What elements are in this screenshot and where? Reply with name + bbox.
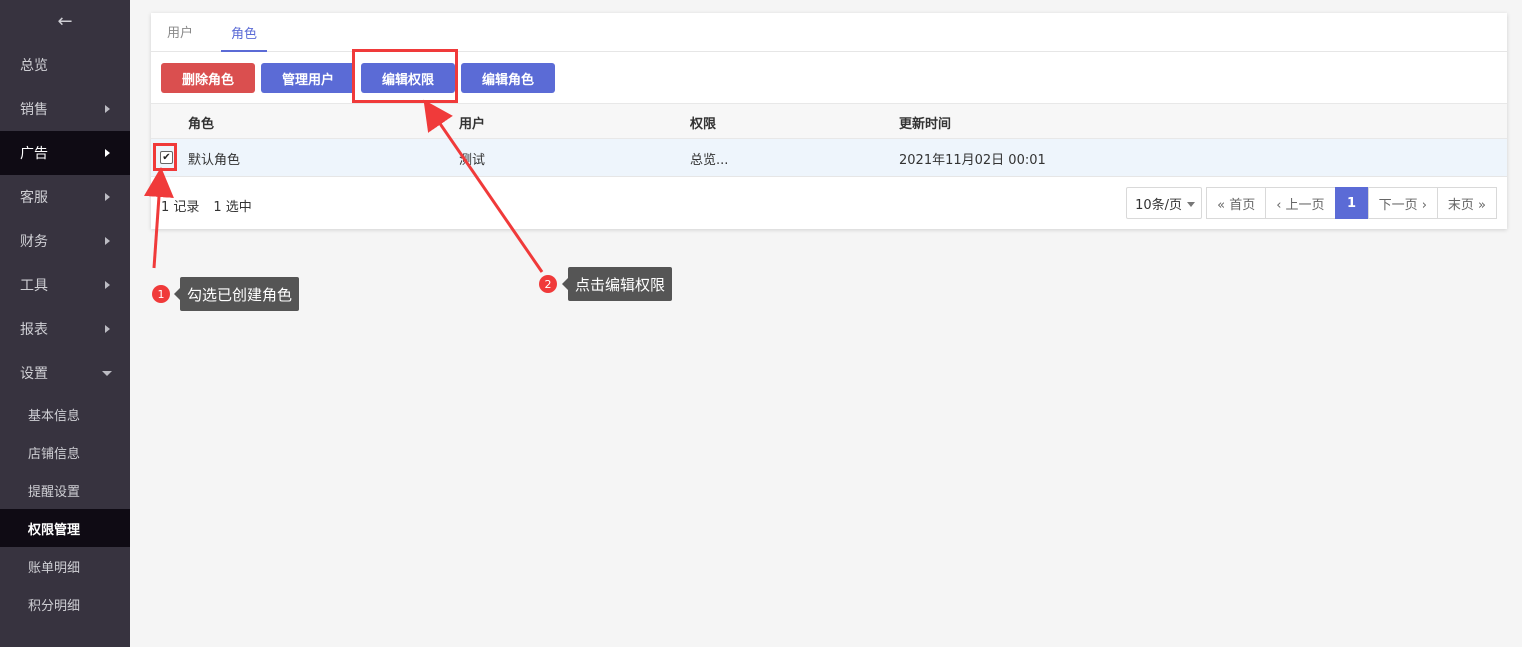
first-page-button[interactable]: « 首页	[1206, 187, 1267, 219]
sidebar-item-overview[interactable]: 总览	[0, 43, 130, 87]
sidebar-item-label: 工具	[20, 278, 48, 294]
sidebar-item-label: 销售	[20, 102, 48, 118]
tab-users[interactable]: 用户	[157, 12, 203, 51]
chevron-right-icon	[105, 149, 110, 157]
column-header-updated[interactable]: 更新时间	[899, 104, 951, 140]
selected-count: 1 选中	[213, 200, 252, 215]
cell-user: 测试	[459, 152, 486, 168]
table-row[interactable]: ✔ 默认角色 测试 总览... 2021年11月02日 00:01	[151, 139, 1507, 177]
chevron-right-icon	[105, 193, 110, 201]
sidebar-subitem-label: 店铺信息	[28, 446, 81, 462]
cell-updated: 2021年11月02日 00:01	[899, 152, 1046, 168]
chevron-right-icon	[105, 281, 110, 289]
sidebar-item-label: 客服	[20, 190, 48, 206]
tab-bar: 用户 角色	[151, 13, 1507, 52]
sidebar-item-ads[interactable]: 广告	[0, 131, 130, 175]
sidebar-subitem-permission-management[interactable]: 权限管理	[0, 509, 130, 547]
sidebar-item-label: 广告	[20, 146, 48, 162]
chevron-right-icon	[105, 237, 110, 245]
sidebar-subitem-label: 权限管理	[28, 522, 81, 538]
highlight-edit-permissions	[352, 49, 458, 103]
column-header-role[interactable]: 角色	[188, 104, 214, 140]
column-header-user[interactable]: 用户	[459, 104, 485, 140]
sidebar-item-label: 财务	[20, 234, 48, 250]
delete-role-button[interactable]: 删除角色	[161, 63, 255, 93]
sidebar-item-tools[interactable]: 工具	[0, 263, 130, 307]
sidebar-item-label: 设置	[20, 366, 48, 382]
sidebar-item-label: 报表	[20, 322, 48, 338]
step-badge-1: 1	[152, 285, 170, 303]
sidebar-item-sales[interactable]: 销售	[0, 87, 130, 131]
tab-roles[interactable]: 角色	[221, 13, 268, 52]
sidebar-item-label: 总览	[20, 58, 48, 74]
back-arrow-icon[interactable]: ←	[0, 0, 130, 42]
edit-role-button[interactable]: 编辑角色	[461, 63, 555, 93]
last-page-button[interactable]: 末页 »	[1436, 187, 1497, 219]
sidebar: ← 总览 销售 广告 客服 财务 工具 报表 设置 基本信息 店铺信息 提醒设置…	[0, 0, 130, 647]
sidebar-item-settings[interactable]: 设置	[0, 351, 130, 395]
table-header: 角色 用户 权限 更新时间	[151, 103, 1507, 139]
page-size-value: 10条/页	[1135, 197, 1183, 213]
sidebar-subitem-basic-info[interactable]: 基本信息	[0, 395, 130, 433]
step-tooltip-2: 点击编辑权限	[561, 267, 673, 301]
prev-page-button[interactable]: ‹ 上一页	[1265, 187, 1336, 219]
record-summary: 1 记录 1 选中	[161, 196, 252, 215]
sidebar-subitem-points-details[interactable]: 积分明细	[0, 585, 130, 623]
cell-role: 默认角色	[188, 152, 241, 168]
sidebar-subitem-reminder-settings[interactable]: 提醒设置	[0, 471, 130, 509]
record-count: 1 记录	[161, 200, 200, 215]
role-panel: 用户 角色 删除角色 管理用户 编辑权限 编辑角色 角色 用户 权限 更新时间 …	[151, 13, 1507, 229]
manage-users-button[interactable]: 管理用户	[261, 63, 355, 93]
roles-table: 角色 用户 权限 更新时间 ✔ 默认角色 测试 总览... 2021年11月02…	[151, 103, 1507, 177]
caret-down-icon	[1187, 202, 1196, 207]
chevron-right-icon	[105, 325, 110, 333]
sidebar-item-finance[interactable]: 财务	[0, 219, 130, 263]
step-badge-2: 2	[539, 275, 557, 293]
page-number-button[interactable]: 1	[1334, 187, 1369, 219]
sidebar-subitem-store-info[interactable]: 店铺信息	[0, 433, 130, 471]
sidebar-subitem-label: 账单明细	[28, 560, 81, 576]
sidebar-item-service[interactable]: 客服	[0, 175, 130, 219]
cell-permission: 总览...	[690, 152, 729, 168]
next-page-button[interactable]: 下一页 ›	[1367, 187, 1438, 219]
sidebar-item-reports[interactable]: 报表	[0, 307, 130, 351]
page-size-select[interactable]: 10条/页	[1126, 187, 1203, 219]
table-footer: 1 记录 1 选中 10条/页 « 首页 ‹ 上一页 1 下一页 › 末页 »	[151, 187, 1507, 221]
highlight-checkbox	[153, 143, 177, 171]
column-header-permission[interactable]: 权限	[690, 104, 716, 140]
sidebar-subitem-label: 提醒设置	[28, 484, 81, 500]
chevron-down-icon	[102, 371, 112, 376]
step-tooltip-1: 勾选已创建角色	[173, 277, 300, 311]
sidebar-subitem-label: 积分明细	[28, 598, 81, 614]
chevron-right-icon	[105, 105, 110, 113]
sidebar-subitem-bill-details[interactable]: 账单明细	[0, 547, 130, 585]
sidebar-subitem-label: 基本信息	[28, 408, 81, 424]
pagination: 10条/页 « 首页 ‹ 上一页 1 下一页 › 末页 »	[1126, 187, 1497, 219]
